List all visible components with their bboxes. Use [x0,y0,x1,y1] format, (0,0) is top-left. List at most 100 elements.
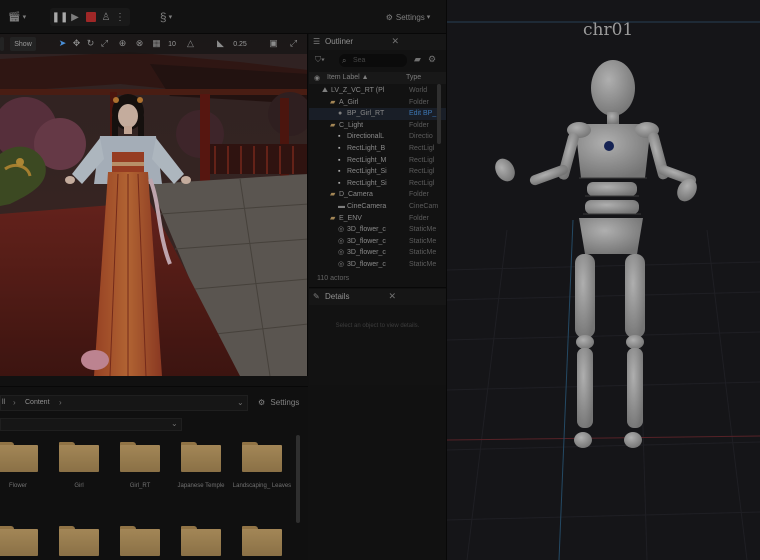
main-toolbar: 🎬︎ ▾ ❚❚ ▶︎ ♙ ⋮ § ▾ ⚙ Settings ▾ [0,0,446,34]
pause-icon[interactable]: ❚❚ [52,8,69,26]
possess-icon[interactable]: ♙ [100,8,112,26]
outliner-search-input[interactable]: ⌕ Sea [339,54,407,67]
outliner-row-label: D_Camera [339,191,373,199]
actor-icon: ● [338,110,343,118]
play-controls: ❚❚ ▶︎ ♙ ⋮ [50,8,130,26]
outliner-row[interactable]: ▪ RectLight_B RectLigl [309,143,446,155]
outliner-tree: ⛰ LV_Z_VC_RT (Pl World ▰ A_Girl Folder ● BP_Gir… [309,85,446,273]
ground-grid [447,229,760,560]
outliner-row-label: RectLight_Si [347,168,387,176]
outliner-row[interactable]: ◎ 3D_flower_c StaticMe [309,224,446,236]
source-control-button[interactable]: § ▾ [152,8,180,26]
level-viewport[interactable]: Show ➤ ✥ ↻ ⤢ ⊕ ⊗ ▦ 10 △ ◣ 0.25 ▣ ⤢ [0,34,308,376]
asset-grid: Flower Girl Girl_RT Japanese Temple Landscap… [0,386,308,560]
surface-snap-icon[interactable]: ⊗ [134,38,145,49]
folder-icon[interactable] [0,526,38,556]
outliner-row[interactable]: ▰ E_ENV Folder [309,213,446,225]
content-scrollbar[interactable] [296,435,300,523]
outliner-row[interactable]: ▰ C_Light Folder [309,120,446,132]
gear-icon[interactable]: ⚙ [428,54,436,65]
maximize-icon[interactable]: ⤢ [288,38,299,49]
search-icon: ⌕ [342,56,347,65]
outliner-row-type: StaticMe [409,249,437,257]
close-icon[interactable]: ✕ [391,36,399,47]
outliner-search-placeholder: Sea [353,57,366,64]
mesh-icon: ◎ [338,237,345,245]
more-icon[interactable]: ⋮ [114,8,126,26]
outliner-row[interactable]: ⛰ LV_Z_VC_RT (Pl World [309,85,446,97]
create-menu-button[interactable]: 🎬︎ ▾ [4,8,30,26]
stop-icon[interactable] [86,12,96,22]
outliner-tab-label: Outliner [325,37,354,46]
outliner-row[interactable]: ◎ 3D_flower_c StaticMe [309,247,446,259]
outliner-tab-icon: ☰ [313,37,321,46]
folder-icon[interactable] [242,442,282,472]
folder-icon[interactable] [0,442,38,472]
outliner-row-type: RectLigl [409,179,435,187]
filter-icon[interactable]: ⛉▾ [315,55,325,65]
outliner-row-type: StaticMe [409,237,437,245]
close-icon[interactable]: ✕ [388,291,396,302]
scene-render [0,34,307,376]
details-panel: ✎ Details ✕ Select an object to view det… [309,289,446,385]
light-icon: ▪ [338,133,341,141]
world-space-icon[interactable]: ⊕ [117,38,128,49]
folder-icon[interactable] [181,442,221,472]
grid-size-value[interactable]: 10 [164,37,180,51]
column-type[interactable]: Type [406,74,421,81]
scale-icon[interactable]: ⤢ [99,38,110,49]
camera-icon: ▬ [338,203,345,210]
grid-snap-icon[interactable]: ▦ [151,38,162,49]
outliner-tab[interactable]: ☰ Outliner ✕ [309,34,446,50]
scale-snap-icon[interactable]: ◣ [215,38,226,49]
folder-icon[interactable] [120,526,160,556]
folder-icon[interactable] [59,526,99,556]
folder-label: Girl [74,483,84,489]
outliner-row[interactable]: ● BP_Girl_RT Edit BP_ [309,108,446,120]
character-label: chr01 [583,20,634,40]
folder-icon[interactable] [181,526,221,556]
details-tab[interactable]: ✎ Details ✕ [309,289,446,305]
outliner-row[interactable]: ◎ 3D_flower_c StaticMe [309,236,446,248]
camera-speed-icon[interactable]: ▣ [268,38,279,49]
outliner-row-label: 3D_flower_c [347,249,386,257]
folder-icon[interactable] [120,442,160,472]
outliner-row-label: 3D_flower_c [347,237,386,245]
folder-label: Landscaping_ Leaves [232,483,292,489]
show-button[interactable]: Show [10,37,36,51]
outliner-row[interactable]: ▪ RectLight_Si RectLigl [309,178,446,190]
outliner-row-label: CineCamera [347,203,387,210]
outliner-row[interactable]: ▰ D_Camera Folder [309,189,446,201]
outliner-row-type: RectLigl [409,168,435,176]
outliner-row[interactable]: ◎ 3D_flower_c StaticMe [309,259,446,271]
light-icon: ▪ [338,156,341,164]
scale-snap-value[interactable]: 0.25 [228,37,252,51]
angle-snap-icon[interactable]: △ [185,38,196,49]
settings-button[interactable]: ⚙ Settings ▾ [380,8,436,26]
column-item-label[interactable]: Item Label ▲ [327,74,369,81]
rotate-icon[interactable]: ↻ [85,38,96,49]
outliner-row[interactable]: ▪ RectLight_M RectLigl [309,155,446,167]
outliner-row-label: BP_Girl_RT [347,110,385,118]
select-mode-icon[interactable]: ➤ [57,38,68,49]
character-preview-viewport[interactable] [446,0,760,560]
show-label: Show [14,40,32,48]
outliner-row[interactable]: ▪ DirectionalL Directio [309,131,446,143]
mesh-icon: ◎ [338,249,345,257]
outliner-row[interactable]: ▪ RectLight_Si RectLigl [309,166,446,178]
outliner-row[interactable]: ▰ A_Girl Folder [309,97,446,109]
outliner-scrollbar[interactable] [437,84,441,144]
light-icon: ▪ [338,168,341,176]
translate-icon[interactable]: ✥ [71,38,82,49]
add-folder-icon[interactable]: ▰ [414,54,421,65]
outliner-row-label: 3D_flower_c [347,261,386,268]
folder-icon[interactable] [59,442,99,472]
settings-label: Settings [395,12,425,22]
outliner-row[interactable]: ▬ CineCamera CineCam [309,201,446,213]
visibility-icon[interactable]: ◉ [314,74,320,82]
step-icon[interactable]: ▶︎ [68,8,82,26]
folder-icon[interactable] [242,526,282,556]
viewport-menu-edge[interactable] [0,37,4,51]
outliner-row-label: DirectionalL [347,133,384,141]
preview-scene [447,21,760,560]
